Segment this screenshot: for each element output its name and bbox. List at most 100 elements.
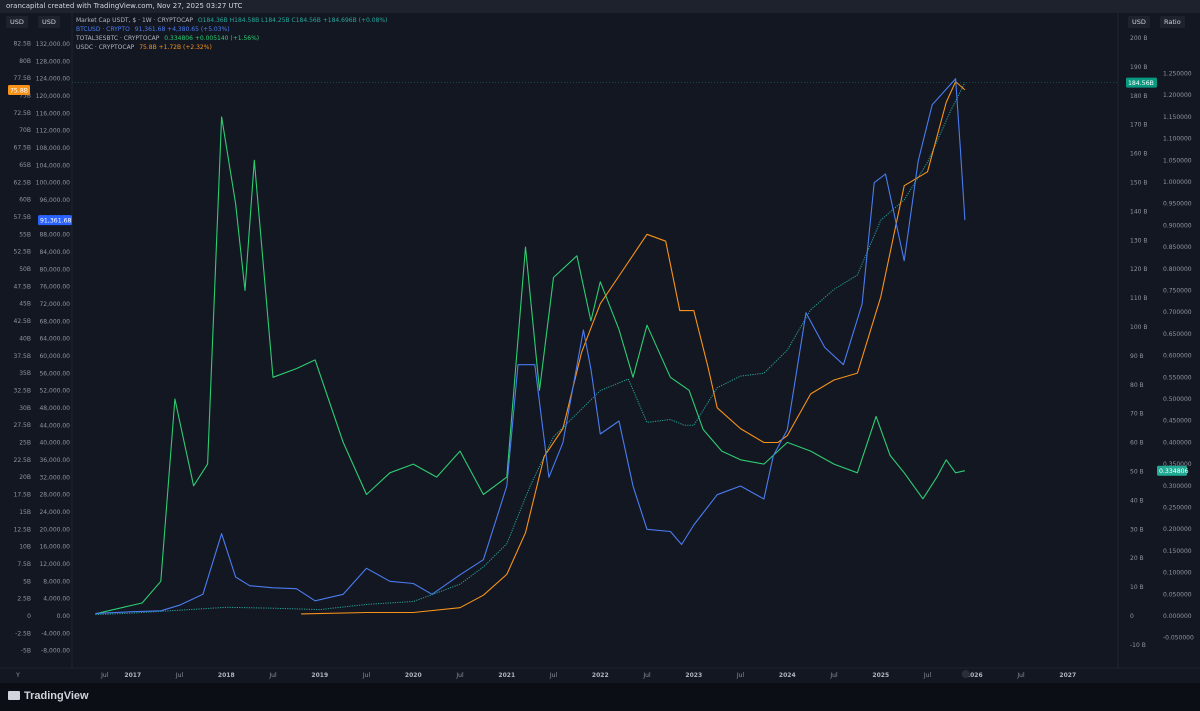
usdc-axis-tick: 25B <box>19 440 31 447</box>
usdc-axis-tick: 47.5B <box>14 283 31 290</box>
btc-axis-tick: 36,000.00 <box>39 457 70 464</box>
usdc-axis-tick: 5B <box>23 578 31 585</box>
ratio-axis-tick: 1.250000 <box>1163 71 1192 78</box>
time-axis-tick: 2019 <box>311 672 328 679</box>
ratio-axis-tick: 0.900000 <box>1163 222 1192 229</box>
usdc-axis-tick: 15B <box>19 509 31 516</box>
legend-usdt[interactable]: Market Cap USDT, $ · 1W · CRYPTOCAP O184… <box>76 16 390 25</box>
time-axis-tick: 2027 <box>1059 672 1076 679</box>
ratio-axis-tick: 0.850000 <box>1163 244 1192 251</box>
time-axis-tick: Y <box>15 672 20 679</box>
ratio-axis-tick: 0.000000 <box>1163 613 1192 620</box>
time-axis-tick: Jul <box>923 672 932 679</box>
btc-axis-tick: 100,000.00 <box>36 180 71 187</box>
left-inner-scale-label: USD <box>38 16 60 28</box>
usdt-axis-tick: 30 B <box>1130 526 1144 533</box>
btc-axis-tick: 116,000.00 <box>36 110 71 117</box>
time-axis-tick: 2017 <box>124 672 141 679</box>
right-inner-scale-label: USD <box>1128 16 1150 28</box>
legend-usdc-values: 75.8B +1.72B (+2.32%) <box>139 44 212 51</box>
tradingview-logo[interactable]: TradingView <box>8 690 89 702</box>
btc-axis-tick: 124,000.00 <box>36 76 71 83</box>
legend-btc[interactable]: BTCUSD · CRYPTO 91,361.68 +4,380.65 (+5.… <box>76 25 390 34</box>
usdc-axis-tick: 70B <box>19 127 31 134</box>
btc-axis-tick: 96,000.00 <box>39 197 70 204</box>
btc-axis-tick: 76,000.00 <box>39 284 70 291</box>
usdc-axis-tick: 42.5B <box>14 318 31 325</box>
btc-axis-tick: 108,000.00 <box>36 145 71 152</box>
btc-axis-tick: -8,000.00 <box>41 648 70 655</box>
btc-axis-tick: 72,000.00 <box>39 301 70 308</box>
btc-axis-tick: 132,000.00 <box>36 41 71 48</box>
usdt-axis-tick: -10 B <box>1130 642 1146 649</box>
usdc-axis-tick: 10B <box>19 544 31 551</box>
usdc-axis-tick: 17.5B <box>14 492 31 499</box>
usdt-axis-tick: 160 B <box>1130 151 1147 158</box>
time-axis-tick: Jul <box>175 672 184 679</box>
ratio-axis-tick: 0.750000 <box>1163 288 1192 295</box>
time-axis-tick: 2021 <box>498 672 515 679</box>
btc-axis-tick: 68,000.00 <box>39 318 70 325</box>
usdt-axis-tick: 110 B <box>1130 295 1147 302</box>
btc-axis-tick: 60,000.00 <box>39 353 70 360</box>
usdc-axis-tick: 20B <box>19 474 31 481</box>
btc-axis-tick: 84,000.00 <box>39 249 70 256</box>
btc-axis-tick: 128,000.00 <box>36 58 71 65</box>
ratio-axis-tick: 1.150000 <box>1163 114 1192 121</box>
ratio-axis-tick: 0.800000 <box>1163 266 1192 273</box>
usdt-axis-tick: 130 B <box>1130 237 1147 244</box>
usdc-axis-tick: -2.5B <box>15 630 31 637</box>
chart-plot[interactable]: 82.5B80B77.5B75B72.5B70B67.5B65B62.5B60B… <box>0 13 1200 683</box>
usdc-axis-tick: 22.5B <box>14 457 31 464</box>
left-outer-scale-label: USD <box>6 16 28 28</box>
right-outer-scale-label: Ratio <box>1160 16 1185 28</box>
btc-axis-tick: 44,000.00 <box>39 422 70 429</box>
btc-axis-tick: 120,000.00 <box>36 93 71 100</box>
time-axis-tick: Jul <box>455 672 464 679</box>
usdc-axis-tick: 32.5B <box>14 387 31 394</box>
legend-btc-values: 91,361.68 +4,380.65 (+5.03%) <box>134 26 230 33</box>
time-axis-tick: Jul <box>100 672 109 679</box>
usdc-axis-tick: 0 <box>27 613 31 620</box>
time-axis-settings-icon <box>961 670 970 678</box>
ratio-axis-tick: 0.550000 <box>1163 374 1192 381</box>
legend-ratio-values: 0.334806 +0.005140 (+1.56%) <box>164 35 260 42</box>
usdc-axis-tick: 55B <box>19 231 31 238</box>
usdt-axis-tick: 50 B <box>1130 469 1144 476</box>
usdc-axis-tick: 30B <box>19 405 31 412</box>
btc-axis-tick: 20,000.00 <box>39 526 70 533</box>
ratio-axis-tick: 0.100000 <box>1163 570 1192 577</box>
btc-axis-tick: 12,000.00 <box>39 561 70 568</box>
usdc-axis-tick: 12.5B <box>14 526 31 533</box>
time-axis-tick: Jul <box>1016 672 1025 679</box>
usdc-axis-tick: 45B <box>19 301 31 308</box>
usdc-axis-tick: 7.5B <box>17 561 31 568</box>
time-axis-tick: 2018 <box>218 672 235 679</box>
usdc-axis-tick: 35B <box>19 370 31 377</box>
usdt-axis-tick: 70 B <box>1130 411 1144 418</box>
chart-pane[interactable]: 82.5B 80B 77.5B 75B 72.5B 70B 67.5B 65B 62.5B 60B… <box>0 13 1200 683</box>
time-axis-tick: Jul <box>736 672 745 679</box>
usdc-axis-tick: 52.5B <box>14 249 31 256</box>
usdc-axis-tick: 57.5B <box>14 214 31 221</box>
usdt-axis-tick: 80 B <box>1130 382 1144 389</box>
chart-legend: Market Cap USDT, $ · 1W · CRYPTOCAP O184… <box>76 16 390 52</box>
btc-axis-tick: 52,000.00 <box>39 388 70 395</box>
btc-axis-tick: 0.00 <box>57 613 71 620</box>
time-axis-tick: 2025 <box>872 672 889 679</box>
legend-ratio[interactable]: TOTAL3ESBTC · CRYPTOCAP 0.334806 +0.0051… <box>76 34 390 43</box>
ratio-axis-tick: 1.000000 <box>1163 179 1192 186</box>
btc-line <box>95 78 966 614</box>
usdc-line <box>301 81 966 615</box>
usdt-axis-tick: 120 B <box>1130 266 1147 273</box>
btc-axis-tick: 80,000.00 <box>39 266 70 273</box>
usdc-axis-tick: 50B <box>19 266 31 273</box>
usdt-axis-tick: 100 B <box>1130 324 1147 331</box>
tradingview-logo-icon <box>8 691 20 700</box>
usdt-axis-tick: 150 B <box>1130 180 1147 187</box>
legend-usdc[interactable]: USDC · CRYPTOCAP 75.8B +1.72B (+2.32%) <box>76 43 390 52</box>
usdc-price-tag: 75.8B <box>10 87 28 94</box>
time-axis-tick: 2020 <box>405 672 422 679</box>
btc-axis-tick: 24,000.00 <box>39 509 70 516</box>
usdc-axis-tick: 2.5B <box>17 596 31 603</box>
